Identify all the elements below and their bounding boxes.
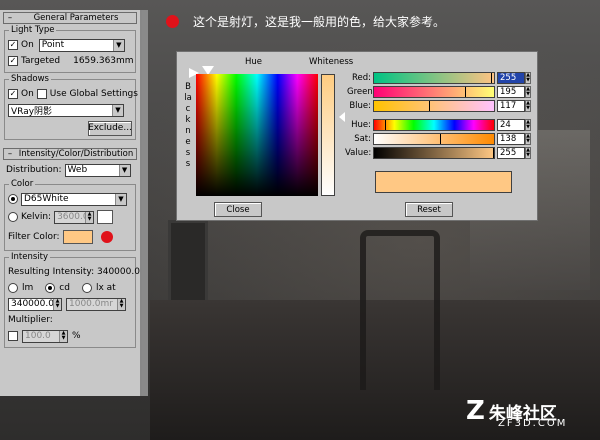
green-slider[interactable] [373, 86, 495, 98]
whiteness-strip[interactable] [321, 74, 335, 196]
kelvin-color-swatch[interactable] [97, 210, 114, 224]
resulting-intensity: Resulting Intensity: 340000.0 [8, 267, 140, 277]
exclude-button[interactable]: Exclude... [88, 120, 132, 136]
sat-value-field[interactable]: 138 [497, 133, 525, 145]
current-color-swatch [375, 171, 512, 193]
color-group: Color D65White ▼ Kelvin: 3600.0▲▼ Filter… [4, 179, 136, 251]
chevron-down-icon: ▼ [115, 193, 126, 205]
value-slider[interactable] [373, 147, 495, 159]
blue-spinner[interactable]: ▲ ▼ [525, 100, 531, 112]
hue-blackness-spectrum[interactable] [196, 74, 318, 196]
chevron-down-icon: ▼ [118, 164, 130, 176]
distribution-dropdown[interactable]: Web ▼ [64, 163, 131, 177]
light-type-group: Light Type ✓ On Point ▼ ✓ Targeted 1659.… [4, 25, 136, 73]
multiplier-spinner[interactable]: 100.0 ▲ ▼ [22, 329, 68, 343]
red-dot-marker [166, 14, 179, 28]
rollout-title: General Parameters [33, 13, 119, 23]
whiteness-marker-icon[interactable] [339, 112, 345, 122]
color-preset-dropdown[interactable]: D65White ▼ [21, 192, 127, 206]
chevron-down-icon: ▼ [112, 39, 124, 51]
unit-lm-radio[interactable] [8, 283, 18, 293]
site-logo: Z 朱峰社区 ZF3D.COM [466, 396, 565, 429]
logo-url: ZF3D.COM [498, 418, 568, 429]
intensity-rollout[interactable]: – Intensity/Color/Distribution [3, 148, 137, 160]
red-value-field[interactable]: 255 [497, 72, 525, 84]
panel-scrollbar[interactable] [142, 10, 148, 396]
shadows-on-checkbox[interactable]: ✓ [8, 89, 18, 99]
hue-value-field[interactable]: 24 [497, 119, 525, 131]
blackness-label: Blackness [184, 82, 192, 169]
annotation-text: 这个是射灯，这是我一般用的色，给大家参考。 [193, 14, 446, 29]
hue-spinner[interactable]: ▲ ▼ [525, 119, 531, 131]
sat-spinner[interactable]: ▲ ▼ [525, 133, 531, 145]
preset-radio[interactable] [8, 194, 18, 204]
hue-slider[interactable] [373, 119, 495, 131]
intensity-group: Intensity Resulting Intensity: 340000.0 … [4, 252, 140, 348]
use-global-settings-checkbox[interactable] [36, 89, 47, 99]
reset-button[interactable]: Reset [405, 202, 453, 217]
kelvin-radio[interactable] [8, 212, 18, 222]
red-spinner[interactable]: ▲ ▼ [525, 72, 531, 84]
intensity-value-spinner[interactable]: 340000.0 ▲ ▼ [8, 297, 62, 311]
shadows-group: Shadows ✓ On Use Global Settings VRay阴影 … [4, 74, 138, 140]
kelvin-spinner[interactable]: 3600.0▲▼ [54, 210, 95, 224]
target-distance: 1659.363mm [73, 56, 134, 66]
value-spinner[interactable]: ▲ ▼ [525, 147, 531, 159]
light-on-checkbox[interactable]: ✓ [8, 40, 18, 50]
hue-header: Hue [245, 57, 263, 67]
multiplier-checkbox[interactable] [8, 331, 18, 341]
background-chair [360, 230, 440, 390]
color-selector-dialog: Hue Whiteness Blackness Red: 255 ▲ ▼ Gree… [176, 51, 538, 221]
general-parameters-rollout[interactable]: – General Parameters [3, 12, 137, 24]
annotation-note: 这个是射灯，这是我一般用的色，给大家参考。 [166, 12, 445, 30]
lx-distance-spinner[interactable]: 1000.0mr ▲ ▼ [66, 297, 126, 311]
rollout-title: Intensity/Color/Distribution [18, 149, 134, 159]
value-value-field[interactable]: 255 [497, 147, 525, 159]
unit-lx-radio[interactable] [81, 283, 92, 293]
close-button[interactable]: Close [214, 202, 262, 217]
light-properties-panel: – General Parameters Light Type ✓ On Poi… [0, 10, 142, 396]
chevron-down-icon: ▼ [112, 104, 123, 116]
unit-cd-radio[interactable] [45, 283, 56, 293]
red-dot-marker [100, 231, 113, 243]
light-type-dropdown[interactable]: Point ▼ [38, 38, 125, 52]
targeted-checkbox[interactable]: ✓ [8, 56, 18, 66]
blue-value-field[interactable]: 117 [497, 100, 525, 112]
filter-color-swatch[interactable] [62, 230, 93, 244]
green-value-field[interactable]: 195 [497, 86, 525, 98]
blue-slider[interactable] [373, 100, 495, 112]
green-spinner[interactable]: ▲ ▼ [525, 86, 531, 98]
shadow-type-dropdown[interactable]: VRay阴影 ▼ [8, 103, 124, 117]
whiteness-header: Whiteness [309, 57, 354, 67]
red-slider[interactable] [373, 72, 495, 84]
logo-mark: Z [466, 396, 485, 426]
sat-slider[interactable] [373, 133, 495, 145]
